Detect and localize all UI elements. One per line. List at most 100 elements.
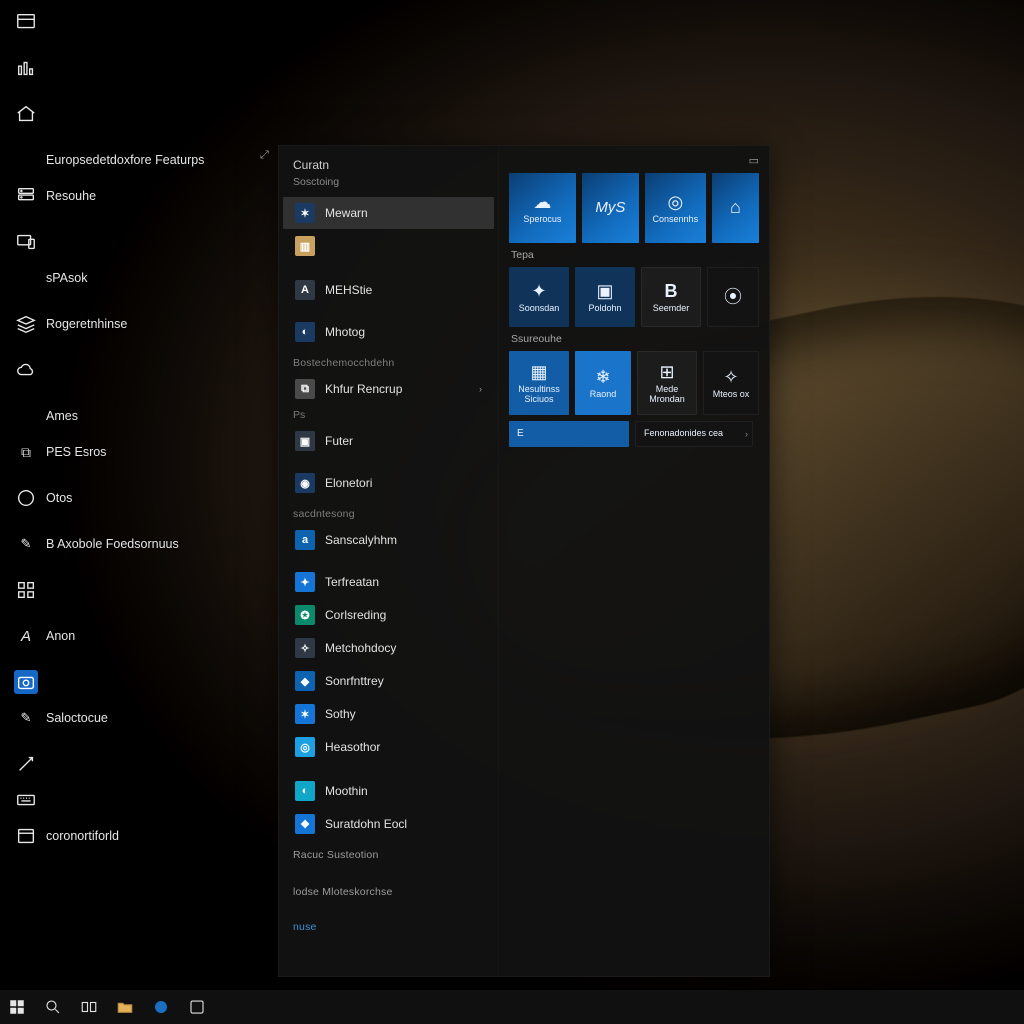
desktop-label: PES Esros (46, 445, 106, 459)
desktop-icon-otos[interactable]: Otos (8, 482, 268, 514)
app-list-item-futer[interactable]: ▣ Futer (283, 425, 494, 457)
app-icon: ✶ (295, 704, 315, 724)
app-list-item-folder[interactable]: ▥ (283, 230, 494, 262)
tile-nesultins[interactable]: ▦ Nesultinss Siciuos (509, 351, 569, 415)
target-icon: ◎ (667, 192, 683, 213)
tile-header-icon[interactable]: ▭ (749, 154, 759, 167)
app-list-label: Futer (325, 434, 353, 448)
desktop-icon-saloctocue[interactable]: ✎ Saloctocue (8, 702, 268, 734)
desktop-label: B Axobole Foedsornuus (46, 537, 179, 551)
app-list-label: Sonrfnttrey (325, 674, 384, 688)
tile-label: MyS (595, 200, 625, 216)
taskbar-explorer-icon[interactable] (114, 996, 136, 1018)
camera-icon (14, 670, 38, 694)
desktop-icon-ames[interactable]: Ames (8, 400, 268, 432)
taskbar-app-icon[interactable] (150, 996, 172, 1018)
tile-circle[interactable]: ⦿ (707, 267, 759, 327)
tile-wide-fenon[interactable]: Fenonadonides cea › (635, 421, 753, 447)
app-icon: A (295, 280, 315, 300)
snowflake-icon: ❄ (595, 367, 610, 388)
app-icon: ▣ (295, 431, 315, 451)
blank-icon (14, 404, 38, 428)
app-icon: ❖ (295, 814, 315, 834)
expand-caret-icon[interactable]: ⤢ (260, 149, 269, 162)
start-tiles-panel: ▭ ☁ Sperocus MyS ◎ Consennhs ⌂ Tepa ✦ So… (499, 146, 769, 976)
tile-seemder[interactable]: B Seemder (641, 267, 701, 327)
app-list-section: sacdntesong (279, 500, 498, 523)
desktop-icon-coronort[interactable]: coronortiforld (8, 820, 268, 852)
app-list-label: Heasothor (325, 740, 380, 754)
desktop-icon-grid[interactable] (8, 574, 268, 606)
app-list-item-sanscalyhm[interactable]: a Sanscalyhhm (283, 524, 494, 556)
app-icon: ◎ (295, 737, 315, 757)
desktop-icon-house[interactable] (8, 98, 268, 130)
app-list-item-sonrfntrey[interactable]: ◆ Sonrfnttrey (283, 665, 494, 697)
desktop-icon-app[interactable] (8, 6, 268, 38)
app-icon: ◉ (295, 473, 315, 493)
tile-home[interactable]: ⌂ (712, 173, 759, 243)
start-footer-link[interactable]: nuse (279, 913, 498, 936)
app-list-item-mehstie[interactable]: A MEHStie (283, 274, 494, 306)
desktop-icon-spasok[interactable]: sPAsok (8, 262, 268, 294)
desktop-label: Rogeretnhinse (46, 317, 127, 331)
desktop-icon-device[interactable] (8, 226, 268, 258)
letter-b-icon: B (665, 281, 678, 302)
text-icon: ⧉ (14, 440, 38, 464)
desktop-icon-cloud[interactable] (8, 354, 268, 386)
tile-label: Soonsdan (519, 304, 560, 313)
app-list-item-sothy[interactable]: ✶ Sothy (283, 698, 494, 730)
desktop-label: Saloctocue (46, 711, 108, 725)
tile-sperocus[interactable]: ☁ Sperocus (509, 173, 576, 243)
taskbar-app2-icon[interactable] (186, 996, 208, 1018)
tile-row: ☁ Sperocus MyS ◎ Consennhs ⌂ (509, 173, 759, 243)
desktop-icon-chart[interactable] (8, 52, 268, 84)
wand-icon (14, 752, 38, 776)
app-icon: ◐ (295, 322, 315, 342)
desktop-icon-wand[interactable] (8, 748, 268, 780)
app-list-label: Mewarn (325, 206, 368, 220)
app-icon (14, 10, 38, 34)
app-list-label: Khfur Rencrup (325, 382, 402, 396)
desktop-label: coronortiforld (46, 829, 119, 843)
desktop-icon-keyboard[interactable] (8, 784, 268, 816)
tile-wide-e[interactable]: E (509, 421, 629, 447)
tile-consennhs[interactable]: ◎ Consennhs (645, 173, 706, 243)
tile-soonsdan[interactable]: ✦ Soonsdan (509, 267, 569, 327)
tile-mteos[interactable]: ✧ Mteos ox (703, 351, 759, 415)
desktop-icon-axobole[interactable]: ✎ B Axobole Foedsornuus (8, 528, 268, 560)
tile-row: ▦ Nesultinss Siciuos ❄ Raond ⊞ Mede Mron… (509, 351, 759, 415)
stack-icon (14, 312, 38, 336)
tile-label: Seemder (653, 304, 690, 313)
start-button[interactable] (6, 996, 28, 1018)
tile-poldohn[interactable]: ▣ Poldohn (575, 267, 635, 327)
app-list-item-mhotog[interactable]: ◐ Mhotog (283, 316, 494, 348)
taskbar-search-icon[interactable] (42, 996, 64, 1018)
desktop-icon-roger[interactable]: Rogeretnhinse (8, 308, 268, 340)
desktop-icon-resouhe[interactable]: Resouhe (8, 180, 268, 212)
tile-label: Consennhs (653, 215, 699, 224)
taskbar-taskview-icon[interactable] (78, 996, 100, 1018)
app-list-label: Sanscalyhhm (325, 533, 397, 547)
taskbar (0, 989, 1024, 1024)
app-list-label: Elonetori (325, 476, 372, 490)
desktop-icon-camera[interactable] (8, 666, 268, 698)
desktop-label: Anon (46, 629, 75, 643)
app-list-item-moothin[interactable]: ◐ Moothin (283, 775, 494, 807)
tile-label: Poldohn (588, 304, 621, 313)
desktop-icon-anon[interactable]: A Anon (8, 620, 268, 652)
app-list-item-corlsreding[interactable]: ✪ Corlsreding (283, 599, 494, 631)
app-list-label: Suratdohn Eocl (325, 817, 407, 831)
app-list-item-khfur[interactable]: ⧉ Khfur Rencrup › (283, 373, 494, 405)
app-list-item-elonetori[interactable]: ◉ Elonetori (283, 467, 494, 499)
app-list-item-mewarn[interactable]: ✶ Mewarn (283, 197, 494, 229)
desktop-icon-featurps[interactable]: Europsedetdoxfore Featurps (8, 144, 268, 176)
desktop-icon-pesesros[interactable]: ⧉ PES Esros (8, 436, 268, 468)
tile-raond[interactable]: ❄ Raond (575, 351, 631, 415)
tile-mede[interactable]: ⊞ Mede Mrondan (637, 351, 697, 415)
app-list-item-metchohdocy[interactable]: ✧ Metchohdocy (283, 632, 494, 664)
tile-mys[interactable]: MyS (582, 173, 639, 243)
app-list-item-terfreatan[interactable]: ✦ Terfreatan (283, 566, 494, 598)
app-list-item-suratdohn[interactable]: ❖ Suratdohn Eocl (283, 808, 494, 840)
blank-icon (14, 148, 38, 172)
app-list-item-heasothor[interactable]: ◎ Heasothor (283, 731, 494, 763)
